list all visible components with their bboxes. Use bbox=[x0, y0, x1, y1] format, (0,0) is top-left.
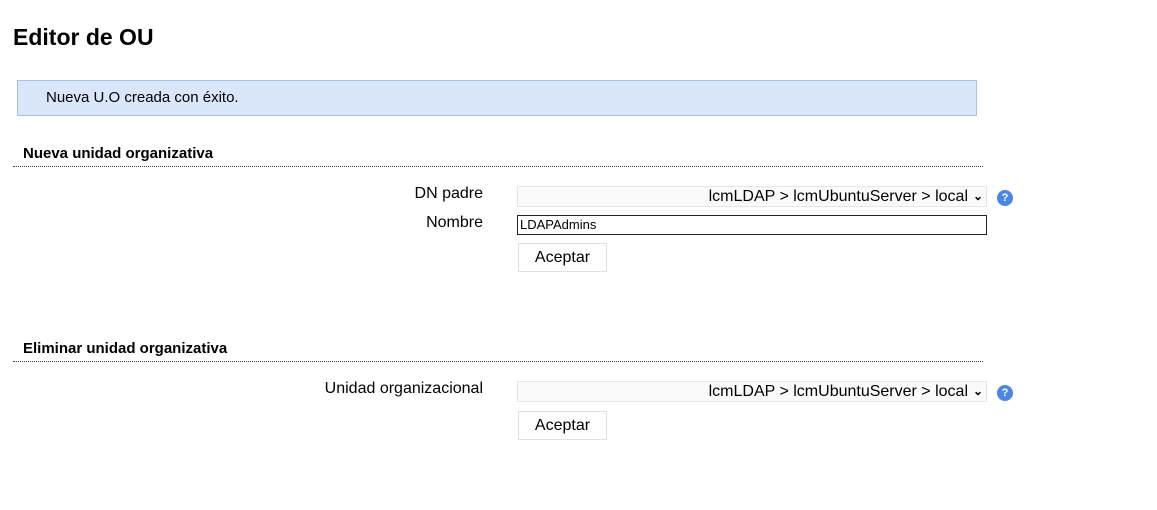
ou-label: Unidad organizacional bbox=[324, 380, 483, 397]
help-icon[interactable]: ? bbox=[997, 385, 1013, 401]
delete-ou-section-title: Eliminar unidad organizativa bbox=[13, 340, 983, 362]
parent-dn-label: DN padre bbox=[414, 185, 483, 202]
name-input[interactable]: LDAPAdmins bbox=[517, 215, 987, 235]
ou-select[interactable]: lcmLDAP > lcmUbuntuServer > local ⌄ bbox=[517, 381, 987, 402]
new-ou-section-title: Nueva unidad organizativa bbox=[13, 145, 983, 167]
help-icon[interactable]: ? bbox=[997, 190, 1013, 206]
delete-ou-button[interactable]: Aceptar bbox=[518, 411, 607, 440]
create-ou-button[interactable]: Aceptar bbox=[518, 243, 607, 272]
name-label: Nombre bbox=[426, 214, 483, 231]
chevron-down-icon: ⌄ bbox=[972, 384, 983, 398]
page-title: Editor de OU bbox=[13, 24, 154, 50]
page: Editor de OU Nueva U.O creada con éxito.… bbox=[0, 0, 1157, 510]
chevron-down-icon: ⌄ bbox=[972, 189, 983, 203]
success-message: Nueva U.O creada con éxito. bbox=[17, 80, 977, 116]
success-message-text: Nueva U.O creada con éxito. bbox=[46, 89, 239, 106]
parent-dn-select[interactable]: lcmLDAP > lcmUbuntuServer > local ⌄ bbox=[517, 186, 987, 207]
ou-select-value: lcmLDAP > lcmUbuntuServer > local bbox=[708, 383, 968, 400]
parent-dn-select-value: lcmLDAP > lcmUbuntuServer > local bbox=[708, 188, 968, 205]
